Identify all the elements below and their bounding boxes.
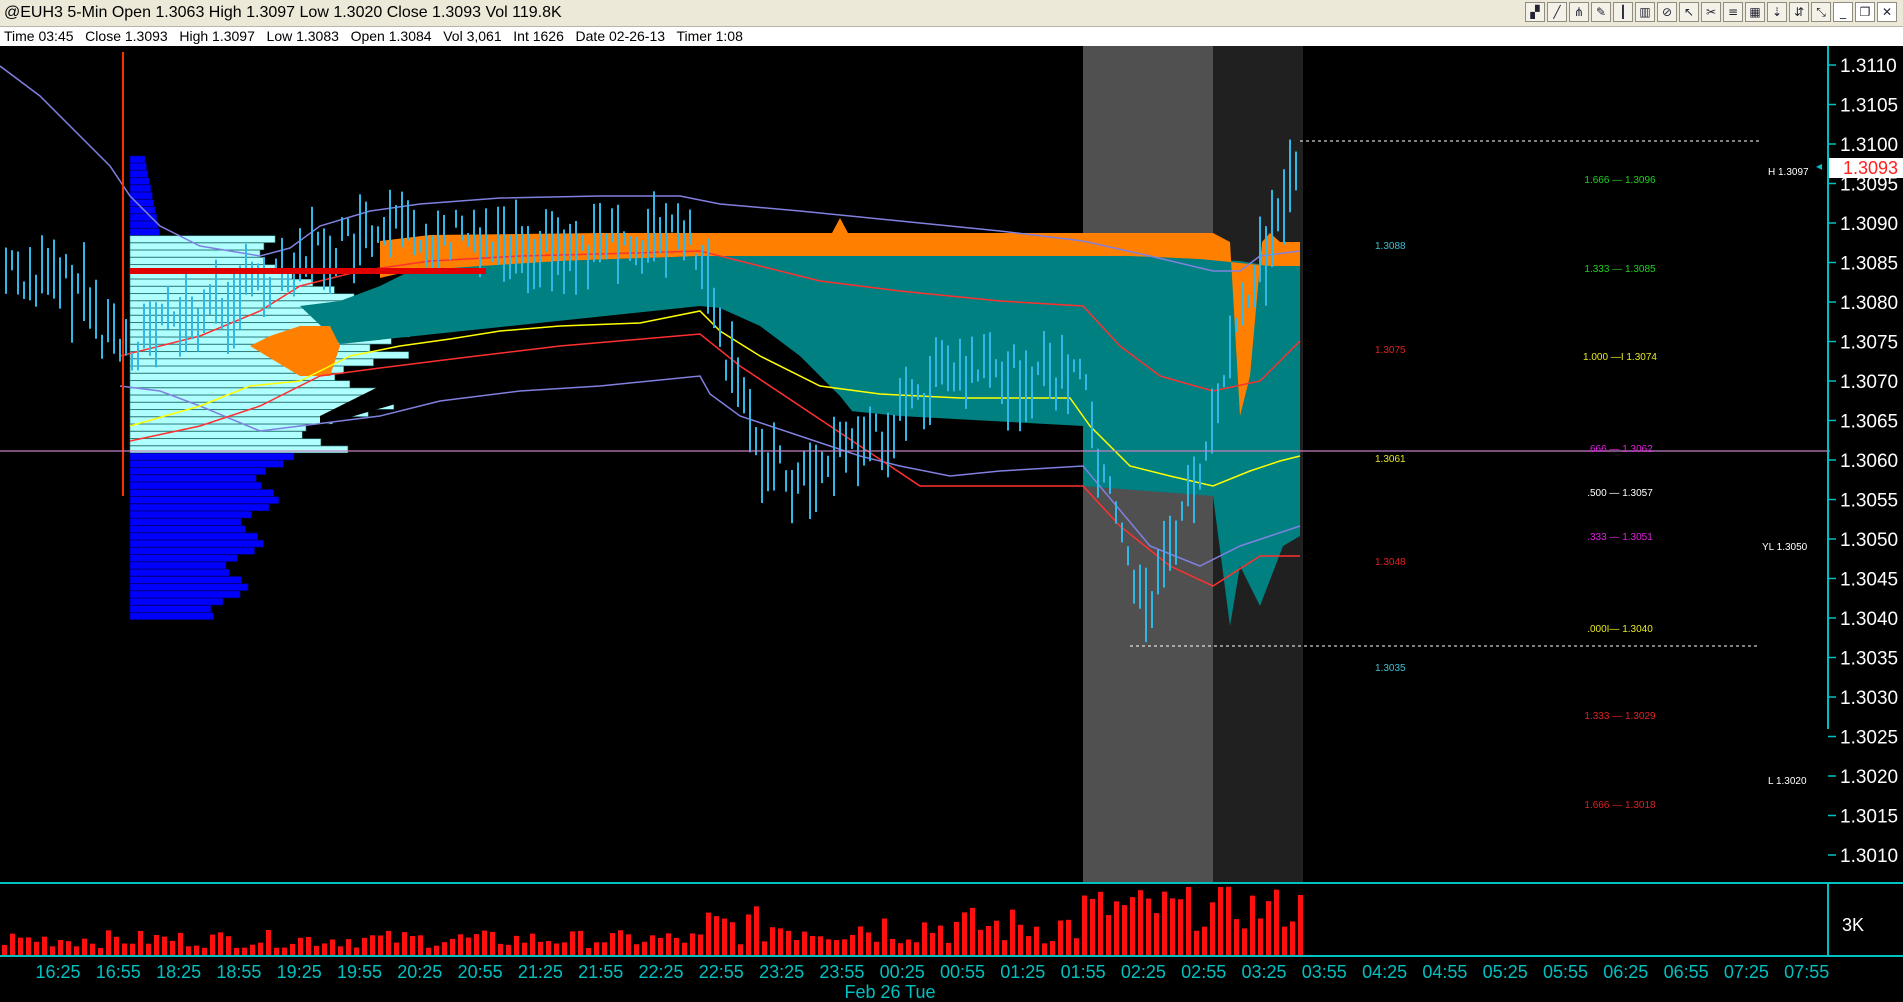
time-tick-label: 00:55 bbox=[940, 962, 985, 982]
volume-axis-label: 3K bbox=[1842, 915, 1864, 935]
price-tick-label: 1.3040 bbox=[1840, 609, 1898, 630]
time-tick-label: 18:55 bbox=[216, 962, 261, 982]
scissors-icon[interactable]: ✂ bbox=[1701, 2, 1721, 22]
time-tick-label: 18:25 bbox=[156, 962, 201, 982]
price-chart[interactable]: 1.666 — 1.3096 1.333 — 1.3085 1.000 —I 1.3… bbox=[0, 46, 1903, 1002]
time-tick-label: 22:25 bbox=[638, 962, 683, 982]
high-label: H 1.3097 bbox=[1768, 167, 1809, 178]
chart-type-icon[interactable]: ▥ bbox=[1635, 2, 1655, 22]
time-tick-label: 22:55 bbox=[699, 962, 744, 982]
arrows-icon[interactable]: ⇵ bbox=[1789, 2, 1809, 22]
time-tick-label: 23:25 bbox=[759, 962, 804, 982]
pivot-level-label: 1.3048 bbox=[1375, 557, 1406, 568]
yesterday-low-label: YL 1.3050 bbox=[1762, 542, 1808, 553]
time-tick-label: 21:25 bbox=[518, 962, 563, 982]
time-tick-label: 06:55 bbox=[1664, 962, 1709, 982]
time-tick-label: 01:55 bbox=[1061, 962, 1106, 982]
time-tick-label: 07:25 bbox=[1724, 962, 1769, 982]
price-tick-label: 1.3025 bbox=[1840, 728, 1898, 749]
time-tick-label: 16:55 bbox=[96, 962, 141, 982]
time-tick-label: 05:25 bbox=[1483, 962, 1528, 982]
time-tick-label: 02:25 bbox=[1121, 962, 1166, 982]
trendline-tool-icon[interactable]: ╱ bbox=[1547, 2, 1567, 22]
time-tick-label: 20:25 bbox=[397, 962, 442, 982]
price-tick-label: 1.3100 bbox=[1840, 135, 1898, 156]
price-tick-label: 1.3020 bbox=[1840, 767, 1898, 788]
price-tick-label: 1.3075 bbox=[1840, 333, 1898, 354]
close-icon[interactable]: ✕ bbox=[1877, 2, 1897, 22]
low-label: L 1.3020 bbox=[1768, 776, 1807, 787]
pin-icon[interactable]: ⇣ bbox=[1767, 2, 1787, 22]
fib-level-label: 1.333 — 1.3085 bbox=[1584, 264, 1656, 275]
price-tick-label: 1.3060 bbox=[1840, 451, 1898, 472]
price-tick-label: 1.3105 bbox=[1840, 96, 1898, 117]
price-tick-label: 1.3045 bbox=[1840, 570, 1898, 591]
time-tick-label: 19:25 bbox=[277, 962, 322, 982]
pivot-level-label: 1.3088 bbox=[1375, 241, 1406, 252]
price-tick-label: 1.3065 bbox=[1840, 412, 1898, 433]
date-label: Feb 26 Tue bbox=[844, 982, 935, 1002]
price-tick-label: 1.3035 bbox=[1840, 649, 1898, 670]
time-tick-label: 02:55 bbox=[1181, 962, 1226, 982]
options-icon[interactable]: ▦ bbox=[1745, 2, 1765, 22]
restore-icon[interactable]: ❐ bbox=[1855, 2, 1875, 22]
last-price-label: 1.3093 bbox=[1843, 158, 1898, 178]
cursor-icon[interactable]: ↖ bbox=[1679, 2, 1699, 22]
pivot-level-label: 1.3035 bbox=[1375, 663, 1406, 674]
title-bar: @EUH3 5-Min Open 1.3063 High 1.3097 Low … bbox=[0, 0, 1903, 27]
time-tick-label: 07:55 bbox=[1784, 962, 1829, 982]
pivot-level-label: 1.3061 bbox=[1375, 454, 1406, 465]
time-tick-label: 23:55 bbox=[819, 962, 864, 982]
price-tick-label: 1.3015 bbox=[1840, 807, 1898, 828]
toolbar: ▞ ╱ ⋔ ✎ ┃ ▥ ⊘ ↖ ✂ ≡ ▦ ⇣ ⇵ ⤡ _ ❐ ✕ bbox=[1525, 2, 1897, 24]
price-tick-label: 1.3070 bbox=[1840, 372, 1898, 393]
price-tick-label: 1.3110 bbox=[1840, 56, 1897, 77]
poc-line bbox=[130, 268, 486, 274]
time-tick-label: 05:55 bbox=[1543, 962, 1588, 982]
price-tick-label: 1.3010 bbox=[1840, 846, 1898, 867]
fib-level-label: .500 — 1.3057 bbox=[1587, 488, 1653, 499]
data-tool-icon[interactable]: ▞ bbox=[1525, 2, 1545, 22]
chart-title: @EUH3 5-Min Open 1.3063 High 1.3097 Low … bbox=[4, 4, 562, 21]
data-window-bar: Time 03:45 Close 1.3093 High 1.3097 Low … bbox=[0, 27, 1903, 46]
fib-level-label: .333 — 1.3051 bbox=[1587, 532, 1653, 543]
link-icon[interactable]: ⤡ bbox=[1811, 2, 1831, 22]
time-tick-label: 19:55 bbox=[337, 962, 382, 982]
time-tick-label: 04:55 bbox=[1422, 962, 1467, 982]
price-tick-label: 1.3085 bbox=[1840, 254, 1898, 275]
price-tick-label: 1.3050 bbox=[1840, 530, 1898, 551]
time-tick-label: 00:25 bbox=[880, 962, 925, 982]
minimize-icon[interactable]: _ bbox=[1833, 2, 1853, 22]
fibonacci-icon[interactable]: ≡ bbox=[1723, 2, 1743, 22]
fib-level-label: .666 — 1.3062 bbox=[1587, 444, 1653, 455]
last-price-arrow-icon: ◂ bbox=[1816, 159, 1822, 173]
bar-info-text: Time 03:45 Close 1.3093 High 1.3097 Low … bbox=[4, 28, 743, 44]
pivot-level-label: 1.3075 bbox=[1375, 345, 1406, 356]
time-tick-label: 20:55 bbox=[458, 962, 503, 982]
price-tick-label: 1.3030 bbox=[1840, 688, 1898, 709]
time-tick-label: 21:55 bbox=[578, 962, 623, 982]
chart-canvas[interactable]: 1.666 — 1.3096 1.333 — 1.3085 1.000 —I 1.3… bbox=[0, 46, 1903, 1002]
time-tick-label: 16:25 bbox=[35, 962, 80, 982]
time-tick-label: 03:25 bbox=[1241, 962, 1286, 982]
time-tick-label: 01:25 bbox=[1000, 962, 1045, 982]
fib-level-label: 1.666 — 1.3096 bbox=[1584, 175, 1656, 186]
pencil-tool-icon[interactable]: ✎ bbox=[1591, 2, 1611, 22]
time-tick-label: 06:25 bbox=[1603, 962, 1648, 982]
fib-level-label: 1.000 —I 1.3074 bbox=[1583, 352, 1657, 363]
time-tick-label: 04:25 bbox=[1362, 962, 1407, 982]
price-tick-label: 1.3055 bbox=[1840, 491, 1898, 512]
price-tick-label: 1.3090 bbox=[1840, 214, 1898, 235]
time-tick-label: 03:55 bbox=[1302, 962, 1347, 982]
pitchfork-tool-icon[interactable]: ⋔ bbox=[1569, 2, 1589, 22]
fib-level-label: 1.666 — 1.3018 bbox=[1584, 800, 1656, 811]
price-tick-label: 1.3080 bbox=[1840, 293, 1898, 314]
bar-tool-icon[interactable]: ┃ bbox=[1613, 2, 1633, 22]
fib-level-label: 1.333 — 1.3029 bbox=[1584, 711, 1656, 722]
stop-icon[interactable]: ⊘ bbox=[1657, 2, 1677, 22]
fib-level-label: .000I— 1.3040 bbox=[1587, 624, 1653, 635]
